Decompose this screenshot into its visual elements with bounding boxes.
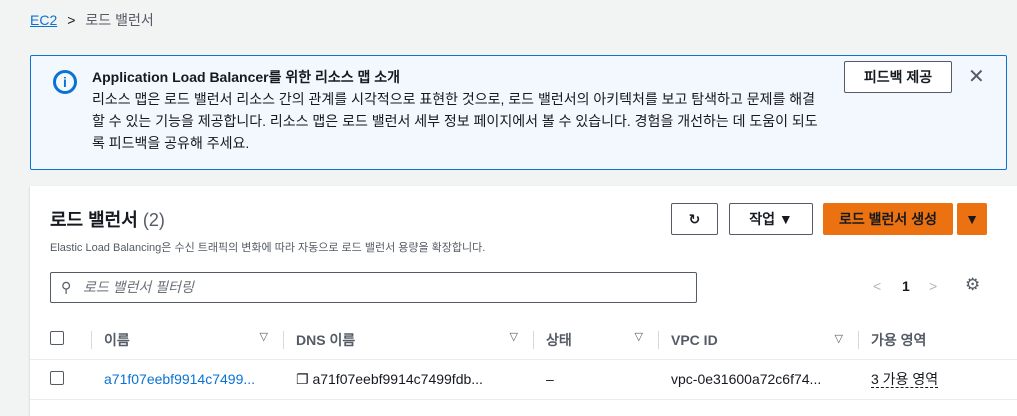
dns-name: a71f07eebf9914c7499fdb... xyxy=(312,370,483,387)
state: – xyxy=(534,359,659,400)
prev-page-icon[interactable]: < xyxy=(873,278,881,294)
create-load-balancer-button[interactable]: 로드 밸런서 생성 xyxy=(823,203,953,235)
col-name[interactable]: 이름 ▽ xyxy=(92,321,284,360)
row-checkbox[interactable] xyxy=(50,370,64,385)
table-row: a71f07eebf9914c7499... ❐ a71f07eebf9914c… xyxy=(30,359,1017,400)
lb-name-link[interactable]: a71f07eebf9914c7499... xyxy=(104,371,255,387)
vpc-id: vpc-0e31600a72c6f74... xyxy=(659,359,859,400)
feedback-button[interactable]: 피드백 제공 xyxy=(844,61,952,93)
info-flashbar: i Application Load Balancer를 위한 리소스 맵 소개… xyxy=(30,55,1007,170)
flash-title: Application Load Balancer를 위한 리소스 맵 소개 xyxy=(92,69,401,85)
load-balancers-panel: 로드 밸런서 (2) Elastic Load Balancing은 수신 트래… xyxy=(30,186,1017,416)
load-balancers-table: 이름 ▽ DNS 이름 ▽ 상태 ▽ VPC ID ▽ 가용 영역 a71f07eebf… xyxy=(30,321,1017,400)
col-vpc[interactable]: VPC ID ▽ xyxy=(659,321,859,360)
actions-button[interactable]: 작업 ▼ xyxy=(729,203,813,235)
search-icon: ⚲ xyxy=(61,279,72,295)
copy-icon[interactable]: ❐ xyxy=(296,371,309,387)
breadcrumb: EC2 > 로드 밸런서 xyxy=(30,10,154,30)
col-dns[interactable]: DNS 이름 ▽ xyxy=(284,321,534,360)
page-number[interactable]: 1 xyxy=(902,278,910,294)
close-icon[interactable]: ✕ xyxy=(968,64,985,89)
refresh-icon: ↻ xyxy=(688,211,701,227)
panel-title: 로드 밸런서 (2) xyxy=(50,210,165,230)
refresh-button[interactable]: ↻ xyxy=(671,203,718,235)
info-icon: i xyxy=(53,70,77,94)
count: (2) xyxy=(142,210,165,230)
breadcrumb-current: 로드 밸런서 xyxy=(85,12,154,28)
breadcrumb-ec2[interactable]: EC2 xyxy=(30,12,57,28)
panel-description: Elastic Load Balancing은 수신 트래픽의 변화에 따라 자… xyxy=(50,242,486,254)
chevron-right-icon: > xyxy=(67,12,76,28)
flash-body: 리소스 맵은 로드 밸런서 리소스 간의 관계를 시각적으로 표현한 것으로, … xyxy=(92,91,818,151)
az-popover[interactable]: 3 가용 영역 xyxy=(871,371,939,388)
filter-input[interactable]: ⚲ 로드 밸런서 필터링 xyxy=(50,272,697,303)
col-az[interactable]: 가용 영역 xyxy=(859,321,1017,360)
create-dropdown-button[interactable]: ▼ xyxy=(957,203,987,235)
col-state[interactable]: 상태 ▽ xyxy=(534,321,659,360)
next-page-icon[interactable]: > xyxy=(929,278,937,294)
settings-gear-icon[interactable]: ⚙ xyxy=(965,275,980,295)
select-all-checkbox[interactable] xyxy=(50,331,64,346)
